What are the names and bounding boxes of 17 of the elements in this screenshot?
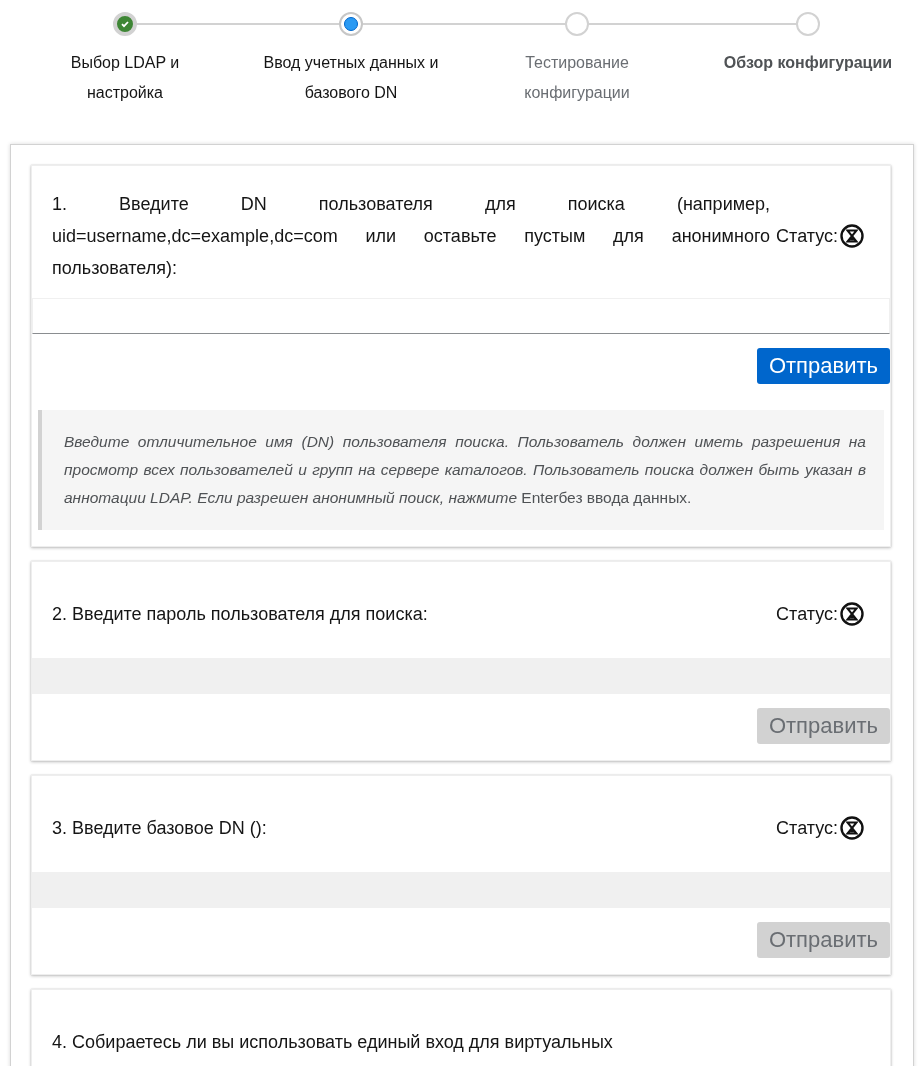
input-field[interactable]: [32, 298, 890, 334]
question-text: 3. Введите базовое DN ():: [52, 817, 268, 840]
question-text: 1. Введите DN пользователя для поиска (например, uid=username,dc=example,dc=com или оставьте пустым для анонимного пользователя):: [52, 193, 772, 280]
submit-button[interactable]: Отправить: [756, 348, 890, 384]
hourglass-icon: [840, 224, 864, 248]
question-text: 2. Введите пароль пользователя для поиска:: [52, 603, 429, 626]
hourglass-icon: [840, 602, 864, 626]
status-label: Статус:: [776, 225, 838, 247]
step-label: Выбор LDAP и настройка: [69, 53, 181, 103]
question-text: 4. Собираетесь ли вы использовать единый вход для виртуальных: [52, 1031, 614, 1054]
step-label: Ввод учетных данных и базового DN: [262, 53, 440, 103]
step-label: Тестирование конфигурации: [523, 53, 631, 103]
status-label: Статус:: [776, 603, 838, 625]
status-label: Статус:: [776, 817, 838, 839]
hourglass-icon: [840, 816, 864, 840]
help-text: Введите отличительное имя (DN) пользователя поиска. Пользователь должен иметь разрешения на просмотр всех пользователей и групп на сервере каталогов. Пользователь поиска должен быть указан в аннотации LDAP. Если разрешен анонимный поиск, нажмите Enterбез ввода данных.: [38, 410, 884, 530]
step-label: Обзор конфигурации: [722, 53, 894, 73]
